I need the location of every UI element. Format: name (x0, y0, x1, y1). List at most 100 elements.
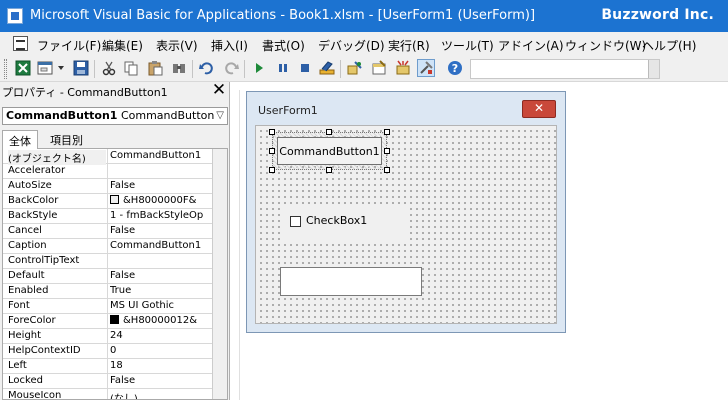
menu-file[interactable]: ファイル(F) (37, 37, 101, 54)
menu-addins[interactable]: アドイン(A) (498, 37, 564, 54)
menu-tools[interactable]: ツール(T) (441, 37, 494, 54)
menu-edit[interactable]: 編集(E) (102, 37, 143, 54)
toolbar-separator (94, 60, 95, 78)
property-row[interactable]: Font MS UI Gothic (3, 299, 213, 314)
property-value-text: (なし) (110, 394, 138, 400)
userform-title: UserForm1 (258, 104, 318, 117)
property-value[interactable]: 0 (110, 345, 212, 356)
property-value-text: True (110, 285, 132, 296)
property-value[interactable]: 1 - fmBackStyleOp (110, 210, 212, 221)
property-value[interactable]: True (110, 285, 212, 296)
undo-icon[interactable] (198, 59, 216, 77)
redo-icon[interactable] (222, 59, 240, 77)
column-divider (107, 194, 108, 209)
property-value[interactable]: &H80000012& (110, 315, 212, 326)
property-row[interactable]: Height 24 (3, 329, 213, 344)
property-value-text: &H80000012& (123, 315, 198, 326)
property-row[interactable]: Locked False (3, 374, 213, 389)
property-row[interactable]: (オブジェクト名) CommandButton1 (3, 149, 213, 165)
property-name: Caption (8, 240, 47, 251)
project-explorer-icon[interactable] (346, 59, 364, 77)
column-divider (107, 149, 108, 164)
property-row[interactable]: ForeColor &H80000012& (3, 314, 213, 329)
close-icon[interactable]: ✕ (211, 82, 227, 99)
property-row[interactable]: MouseIcon (なし) (3, 389, 213, 400)
toolbar-separator (244, 60, 245, 78)
vertical-scrollbar[interactable] (212, 149, 227, 399)
tab-alphabetic[interactable]: 全体 (2, 130, 38, 149)
property-row[interactable]: Accelerator (3, 164, 213, 179)
menu-run[interactable]: 実行(R) (388, 37, 430, 54)
excel-icon[interactable] (14, 59, 32, 77)
userform-client-area[interactable]: CommandButton1 CheckBox1 (255, 125, 557, 324)
property-row[interactable]: Cancel False (3, 224, 213, 239)
resize-handle[interactable] (384, 129, 390, 135)
property-value[interactable]: 18 (110, 360, 212, 371)
resize-handle[interactable] (326, 129, 332, 135)
property-value[interactable]: False (110, 180, 212, 191)
properties-window-icon[interactable] (370, 59, 388, 77)
toolbox-icon[interactable] (417, 59, 435, 77)
tab-categorized[interactable]: 項目別 (44, 130, 89, 149)
property-row[interactable]: Caption CommandButton1 (3, 239, 213, 254)
property-value[interactable]: CommandButton1 (110, 240, 212, 251)
property-row[interactable]: Left 18 (3, 359, 213, 374)
command-button[interactable]: CommandButton1 (277, 137, 382, 165)
menu-bar: ファイル(F) 編集(E) 表示(V) 挿入(I) 書式(O) デバッグ(D) … (0, 32, 728, 56)
property-value[interactable]: 24 (110, 330, 212, 341)
menu-window[interactable]: ウィンドウ(W) (565, 37, 646, 54)
paste-icon[interactable] (146, 59, 164, 77)
resize-handle[interactable] (269, 129, 275, 135)
resize-handle[interactable] (384, 167, 390, 173)
copy-icon[interactable] (122, 59, 140, 77)
property-row[interactable]: BackColor &H8000000F& (3, 194, 213, 209)
object-selector[interactable]: CommandButton1 CommandButton ▽ (2, 107, 228, 125)
property-value[interactable]: False (110, 375, 212, 386)
reset-icon[interactable] (296, 59, 314, 77)
menu-debug[interactable]: デバッグ(D) (318, 37, 385, 54)
resize-handle[interactable] (269, 167, 275, 173)
toolbar-grip[interactable] (4, 59, 7, 79)
properties-tabs: 全体 項目別 (2, 130, 228, 149)
resize-handle[interactable] (384, 148, 390, 154)
property-value[interactable]: MS UI Gothic (110, 300, 212, 311)
property-value[interactable]: (なし) (110, 390, 212, 400)
checkbox-control[interactable]: CheckBox1 (280, 204, 406, 242)
property-value[interactable]: False (110, 225, 212, 236)
property-value[interactable]: CommandButton1 (110, 150, 212, 161)
property-row[interactable]: HelpContextID 0 (3, 344, 213, 359)
checkbox[interactable] (290, 216, 301, 227)
property-row[interactable]: ControlTipText (3, 254, 213, 269)
find-icon[interactable] (170, 59, 188, 77)
property-row[interactable]: AutoSize False (3, 179, 213, 194)
insert-userform-icon[interactable] (36, 59, 54, 77)
property-value[interactable]: False (110, 270, 212, 281)
property-value[interactable]: &H8000000F& (110, 195, 212, 206)
menu-insert[interactable]: 挿入(I) (211, 37, 248, 54)
break-icon[interactable] (274, 59, 292, 77)
cut-icon[interactable] (100, 59, 118, 77)
resize-handle[interactable] (326, 167, 332, 173)
property-name: Locked (8, 375, 43, 386)
textbox-control[interactable] (280, 267, 422, 296)
watermark: Buzzword Inc. (601, 7, 714, 23)
help-icon[interactable]: ? (446, 59, 464, 77)
design-mode-icon[interactable] (318, 59, 336, 77)
menu-view[interactable]: 表示(V) (156, 37, 198, 54)
userform-close-button[interactable]: ✕ (522, 100, 556, 118)
property-row[interactable]: Default False (3, 269, 213, 284)
object-browser-icon[interactable] (394, 59, 412, 77)
document-icon[interactable] (13, 36, 28, 51)
run-icon[interactable] (250, 59, 268, 77)
column-divider (107, 269, 108, 284)
resize-handle[interactable] (269, 148, 275, 154)
dropdown-arrow-icon[interactable] (56, 59, 66, 77)
menu-help[interactable]: ヘルプ(H) (642, 37, 696, 54)
userform-window[interactable]: UserForm1 ✕ CommandButton1 CheckBox1 (246, 91, 566, 333)
property-row[interactable]: Enabled True (3, 284, 213, 299)
property-row[interactable]: BackStyle 1 - fmBackStyleOp (3, 209, 213, 224)
property-name: Enabled (8, 285, 49, 296)
menu-format[interactable]: 書式(O) (262, 37, 305, 54)
save-icon[interactable] (72, 59, 90, 77)
object-name: CommandButton1 (6, 109, 118, 122)
